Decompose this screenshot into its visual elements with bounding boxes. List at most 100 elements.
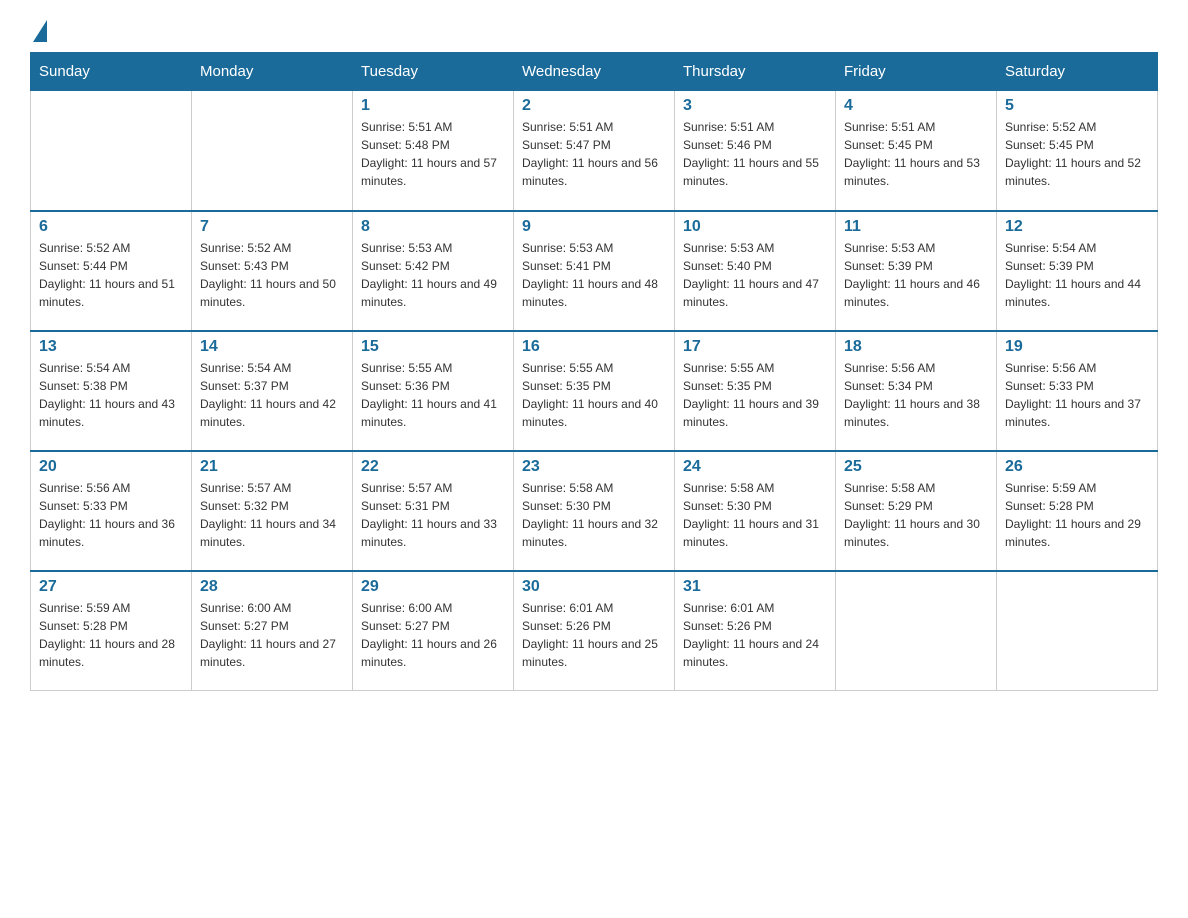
logo-triangle-icon: [33, 20, 47, 42]
day-number: 21: [200, 458, 344, 476]
day-number: 5: [1005, 97, 1149, 115]
day-sun-info: Sunrise: 5:55 AMSunset: 5:36 PMDaylight:…: [361, 359, 505, 431]
header-thursday: Thursday: [675, 53, 836, 91]
day-sun-info: Sunrise: 5:53 AMSunset: 5:40 PMDaylight:…: [683, 239, 827, 311]
calendar-cell: 4Sunrise: 5:51 AMSunset: 5:45 PMDaylight…: [836, 91, 997, 211]
day-sun-info: Sunrise: 6:01 AMSunset: 5:26 PMDaylight:…: [522, 599, 666, 671]
day-sun-info: Sunrise: 5:54 AMSunset: 5:38 PMDaylight:…: [39, 359, 183, 431]
day-number: 16: [522, 338, 666, 356]
day-number: 9: [522, 218, 666, 236]
day-number: 18: [844, 338, 988, 356]
day-number: 26: [1005, 458, 1149, 476]
calendar-cell: 25 Sunrise: 5:58 AMSunset: 5:29 PMDayligh…: [836, 451, 997, 571]
logo: [30, 20, 50, 42]
day-sun-info: Sunrise: 5:59 AMSunset: 5:28 PMDaylight:…: [39, 599, 183, 671]
day-sun-info: Sunrise: 5:51 AMSunset: 5:46 PMDaylight:…: [683, 118, 827, 190]
calendar-cell: 30 Sunrise: 6:01 AMSunset: 5:26 PMDayligh…: [514, 571, 675, 691]
day-sun-info: Sunrise: 5:56 AMSunset: 5:34 PMDaylight:…: [844, 359, 988, 431]
day-number: 10: [683, 218, 827, 236]
day-sun-info: Sunrise: 5:58 AMSunset: 5:30 PMDaylight:…: [683, 479, 827, 551]
day-number: 1: [361, 97, 505, 115]
day-number: 25: [844, 458, 988, 476]
day-number: 14: [200, 338, 344, 356]
calendar-cell: [997, 571, 1158, 691]
calendar-week-row: 27 Sunrise: 5:59 AMSunset: 5:28 PMDayligh…: [31, 571, 1158, 691]
calendar-cell: 16 Sunrise: 5:55 AMSunset: 5:35 PMDayligh…: [514, 331, 675, 451]
calendar-cell: 1 Sunrise: 5:51 AMSunset: 5:48 PMDaylight…: [353, 91, 514, 211]
day-number: 19: [1005, 338, 1149, 356]
day-number: 22: [361, 458, 505, 476]
day-sun-info: Sunrise: 5:58 AMSunset: 5:29 PMDaylight:…: [844, 479, 988, 551]
day-sun-info: Sunrise: 6:01 AMSunset: 5:26 PMDaylight:…: [683, 599, 827, 671]
day-number: 15: [361, 338, 505, 356]
header-friday: Friday: [836, 53, 997, 91]
calendar-cell: 15 Sunrise: 5:55 AMSunset: 5:36 PMDayligh…: [353, 331, 514, 451]
day-sun-info: Sunrise: 5:52 AMSunset: 5:44 PMDaylight:…: [39, 239, 183, 311]
day-number: 29: [361, 578, 505, 596]
calendar-cell: 28 Sunrise: 6:00 AMSunset: 5:27 PMDayligh…: [192, 571, 353, 691]
calendar-cell: 2Sunrise: 5:51 AMSunset: 5:47 PMDaylight…: [514, 91, 675, 211]
day-number: 30: [522, 578, 666, 596]
header-wednesday: Wednesday: [514, 53, 675, 91]
header-monday: Monday: [192, 53, 353, 91]
day-number: 13: [39, 338, 183, 356]
calendar-cell: 22Sunrise: 5:57 AMSunset: 5:31 PMDayligh…: [353, 451, 514, 571]
calendar-week-row: 13 Sunrise: 5:54 AMSunset: 5:38 PMDayligh…: [31, 331, 1158, 451]
calendar-cell: 10 Sunrise: 5:53 AMSunset: 5:40 PMDayligh…: [675, 211, 836, 331]
header-saturday: Saturday: [997, 53, 1158, 91]
calendar-cell: 17Sunrise: 5:55 AMSunset: 5:35 PMDayligh…: [675, 331, 836, 451]
calendar-cell: 11 Sunrise: 5:53 AMSunset: 5:39 PMDayligh…: [836, 211, 997, 331]
calendar-cell: 29 Sunrise: 6:00 AMSunset: 5:27 PMDayligh…: [353, 571, 514, 691]
calendar-cell: 20 Sunrise: 5:56 AMSunset: 5:33 PMDayligh…: [31, 451, 192, 571]
day-sun-info: Sunrise: 5:53 AMSunset: 5:39 PMDaylight:…: [844, 239, 988, 311]
day-number: 23: [522, 458, 666, 476]
calendar-cell: 27 Sunrise: 5:59 AMSunset: 5:28 PMDayligh…: [31, 571, 192, 691]
calendar-cell: 19 Sunrise: 5:56 AMSunset: 5:33 PMDayligh…: [997, 331, 1158, 451]
day-sun-info: Sunrise: 5:56 AMSunset: 5:33 PMDaylight:…: [1005, 359, 1149, 431]
day-sun-info: Sunrise: 5:51 AMSunset: 5:45 PMDaylight:…: [844, 118, 988, 190]
day-number: 17: [683, 338, 827, 356]
calendar-cell: 13 Sunrise: 5:54 AMSunset: 5:38 PMDayligh…: [31, 331, 192, 451]
calendar-cell: 7 Sunrise: 5:52 AMSunset: 5:43 PMDaylight…: [192, 211, 353, 331]
day-number: 28: [200, 578, 344, 596]
day-number: 12: [1005, 218, 1149, 236]
day-number: 27: [39, 578, 183, 596]
calendar-cell: 23Sunrise: 5:58 AMSunset: 5:30 PMDayligh…: [514, 451, 675, 571]
calendar-cell: 24 Sunrise: 5:58 AMSunset: 5:30 PMDayligh…: [675, 451, 836, 571]
day-number: 24: [683, 458, 827, 476]
calendar-cell: [836, 571, 997, 691]
header-sunday: Sunday: [31, 53, 192, 91]
calendar-cell: 6Sunrise: 5:52 AMSunset: 5:44 PMDaylight…: [31, 211, 192, 331]
day-sun-info: Sunrise: 5:54 AMSunset: 5:37 PMDaylight:…: [200, 359, 344, 431]
calendar-cell: 18 Sunrise: 5:56 AMSunset: 5:34 PMDayligh…: [836, 331, 997, 451]
calendar-cell: 12 Sunrise: 5:54 AMSunset: 5:39 PMDayligh…: [997, 211, 1158, 331]
calendar-week-row: 1 Sunrise: 5:51 AMSunset: 5:48 PMDaylight…: [31, 91, 1158, 211]
day-sun-info: Sunrise: 5:59 AMSunset: 5:28 PMDaylight:…: [1005, 479, 1149, 551]
day-sun-info: Sunrise: 5:51 AMSunset: 5:48 PMDaylight:…: [361, 118, 505, 190]
day-sun-info: Sunrise: 5:54 AMSunset: 5:39 PMDaylight:…: [1005, 239, 1149, 311]
page-header: [30, 20, 1158, 42]
day-sun-info: Sunrise: 5:52 AMSunset: 5:45 PMDaylight:…: [1005, 118, 1149, 190]
calendar-cell: 14 Sunrise: 5:54 AMSunset: 5:37 PMDayligh…: [192, 331, 353, 451]
calendar-cell: 21 Sunrise: 5:57 AMSunset: 5:32 PMDayligh…: [192, 451, 353, 571]
day-number: 3: [683, 97, 827, 115]
calendar-cell: 5 Sunrise: 5:52 AMSunset: 5:45 PMDaylight…: [997, 91, 1158, 211]
day-sun-info: Sunrise: 5:56 AMSunset: 5:33 PMDaylight:…: [39, 479, 183, 551]
day-sun-info: Sunrise: 5:57 AMSunset: 5:32 PMDaylight:…: [200, 479, 344, 551]
day-number: 11: [844, 218, 988, 236]
day-sun-info: Sunrise: 5:53 AMSunset: 5:41 PMDaylight:…: [522, 239, 666, 311]
day-number: 31: [683, 578, 827, 596]
calendar-cell: [31, 91, 192, 211]
day-number: 7: [200, 218, 344, 236]
calendar-cell: 8Sunrise: 5:53 AMSunset: 5:42 PMDaylight…: [353, 211, 514, 331]
calendar-cell: 3 Sunrise: 5:51 AMSunset: 5:46 PMDaylight…: [675, 91, 836, 211]
day-sun-info: Sunrise: 6:00 AMSunset: 5:27 PMDaylight:…: [361, 599, 505, 671]
day-sun-info: Sunrise: 5:52 AMSunset: 5:43 PMDaylight:…: [200, 239, 344, 311]
day-sun-info: Sunrise: 6:00 AMSunset: 5:27 PMDaylight:…: [200, 599, 344, 671]
calendar-cell: 9 Sunrise: 5:53 AMSunset: 5:41 PMDaylight…: [514, 211, 675, 331]
calendar-cell: 26 Sunrise: 5:59 AMSunset: 5:28 PMDayligh…: [997, 451, 1158, 571]
day-sun-info: Sunrise: 5:55 AMSunset: 5:35 PMDaylight:…: [522, 359, 666, 431]
calendar-week-row: 6Sunrise: 5:52 AMSunset: 5:44 PMDaylight…: [31, 211, 1158, 331]
header-row: Sunday Monday Tuesday Wednesday Thursday…: [31, 53, 1158, 91]
day-number: 20: [39, 458, 183, 476]
